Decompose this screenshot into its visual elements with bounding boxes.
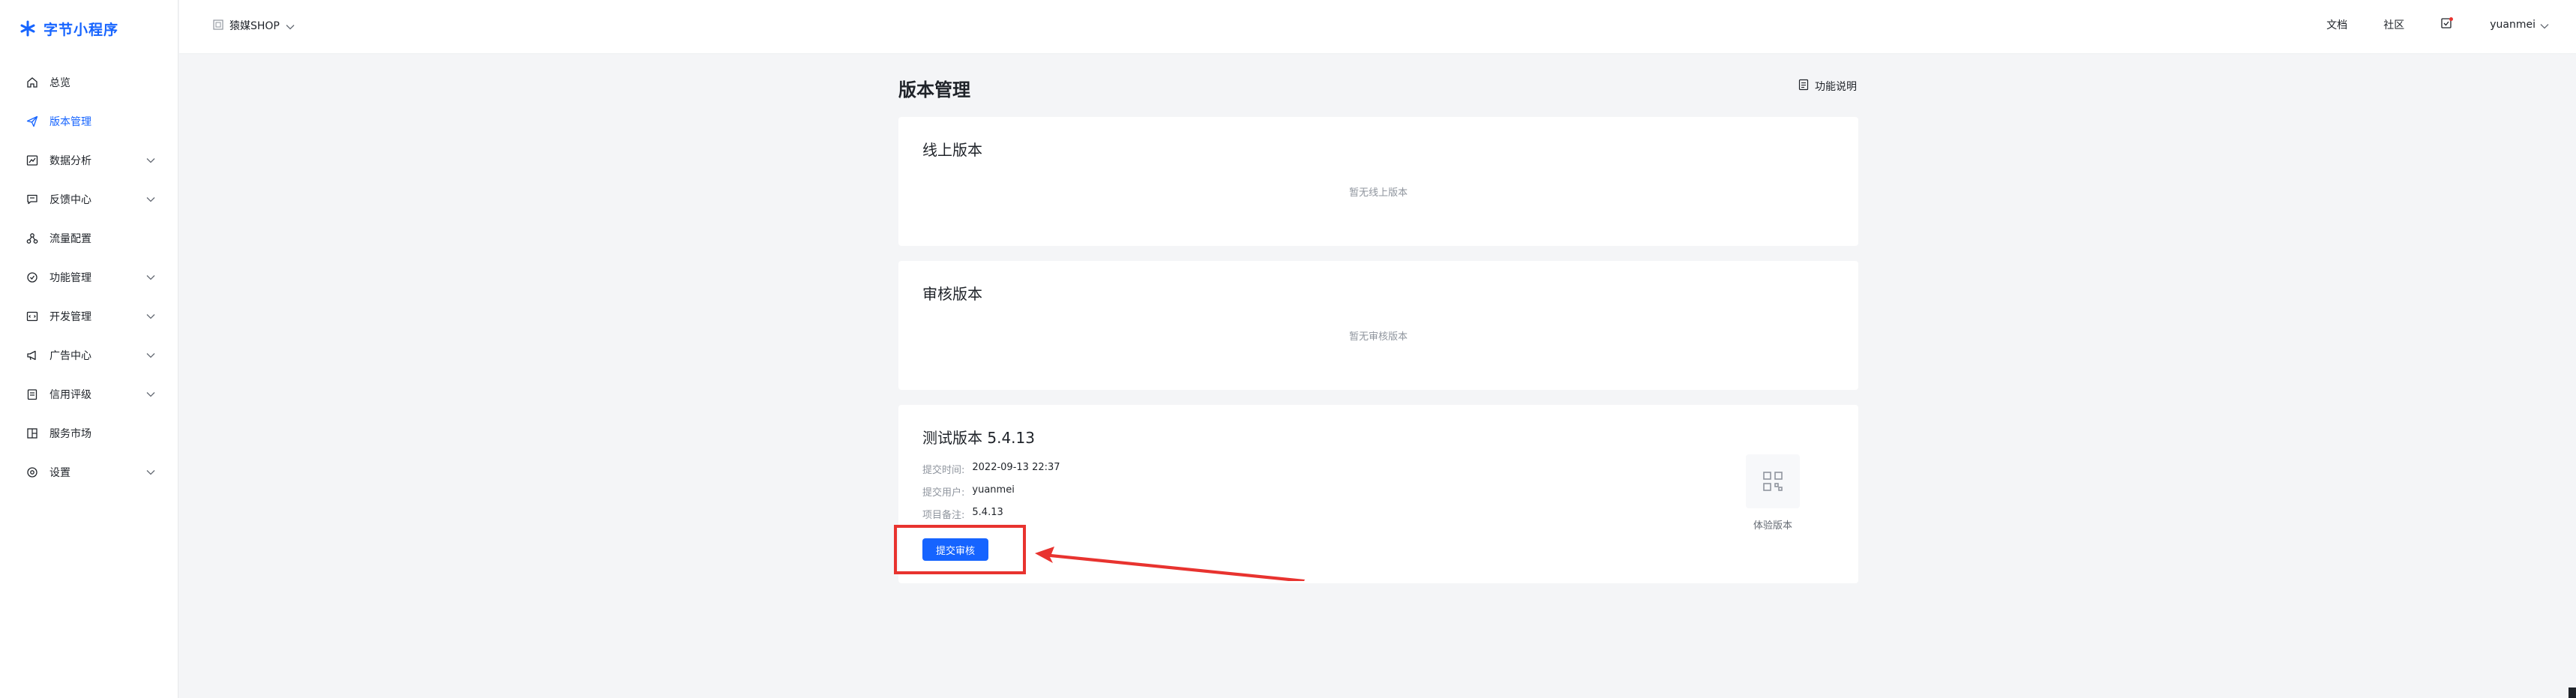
sidebar-item-label: 信用评级: [49, 389, 91, 401]
bytedance-logo-icon: [19, 20, 36, 37]
remark-label: 项目备注:: [922, 510, 965, 521]
review-version-card: 审核版本 暂无审核版本: [898, 261, 1858, 390]
username: yuanmei: [2490, 19, 2536, 31]
app-icon: [213, 19, 223, 33]
flow-icon: [25, 232, 39, 245]
sidebar-item-overview[interactable]: 总览: [0, 63, 178, 102]
function-icon: [25, 271, 39, 284]
sidebar-item-label: 反馈中心: [49, 194, 91, 206]
sidebar-item-function-management[interactable]: 功能管理: [0, 258, 178, 297]
online-version-title: 线上版本: [922, 141, 982, 159]
sidebar-nav: 总览 版本管理 数据分析 反馈中心 流量配置 功能管理 开发管理 广告中心 信用…: [0, 63, 178, 492]
sidebar-item-version-management[interactable]: 版本管理: [0, 102, 178, 141]
sidebar-item-label: 服务市场: [49, 428, 91, 440]
chevron-down-icon: [145, 311, 156, 322]
review-version-empty: 暂无审核版本: [1348, 331, 1408, 343]
sidebar-item-credit-rating[interactable]: 信用评级: [0, 375, 178, 414]
submit-time-row: 提交时间: 2022-09-13 22:37: [922, 462, 1060, 476]
community-link[interactable]: 社区: [2383, 17, 2404, 32]
sidebar-item-label: 版本管理: [49, 116, 91, 128]
logo[interactable]: 字节小程序: [19, 18, 118, 39]
clipboard-icon: [25, 388, 39, 401]
grid-icon: [25, 427, 39, 440]
code-icon: [25, 310, 39, 323]
chevron-down-icon: [286, 19, 295, 33]
sidebar-item-label: 总览: [49, 77, 70, 89]
chevron-down-icon: [145, 350, 156, 361]
logo-text: 字节小程序: [43, 21, 119, 38]
sidebar-item-label: 设置: [49, 467, 70, 479]
sidebar-item-ad-center[interactable]: 广告中心: [0, 336, 178, 375]
qr-code-icon[interactable]: [1746, 454, 1800, 508]
review-version-title: 审核版本: [922, 285, 982, 303]
sidebar-item-data-analysis[interactable]: 数据分析: [0, 141, 178, 180]
chevron-down-icon: [145, 155, 156, 166]
chevron-down-icon: [145, 272, 156, 283]
remark-value: 5.4.13: [972, 507, 1003, 518]
user-menu[interactable]: yuanmei: [2490, 18, 2549, 32]
sidebar-item-feedback[interactable]: 反馈中心: [0, 180, 178, 219]
submit-user-label: 提交用户:: [922, 487, 965, 499]
app-name: 猿媒SHOP: [229, 20, 280, 32]
message-icon: [25, 193, 39, 206]
qr-label: 体验版本: [1753, 520, 1792, 532]
sidebar-item-label: 流量配置: [49, 233, 91, 245]
sidebar-item-label: 广告中心: [49, 350, 91, 362]
chevron-down-icon: [145, 194, 156, 205]
submit-user-value: yuanmei: [972, 484, 1015, 496]
page-title: 版本管理: [898, 79, 970, 100]
top-right-actions: 文档 社区 yuanmei: [2326, 16, 2549, 33]
corner-mark: [2569, 688, 2576, 698]
docs-link[interactable]: 文档: [2326, 17, 2347, 32]
chart-icon: [25, 154, 39, 167]
help-link-label: 功能说明: [1815, 81, 1857, 93]
chevron-down-icon: [145, 389, 156, 400]
annotation-highlight-box: [894, 525, 1026, 574]
sidebar-item-settings[interactable]: 设置: [0, 453, 178, 492]
sidebar-item-label: 数据分析: [49, 155, 91, 167]
sidebar-item-label: 开发管理: [49, 311, 91, 323]
chevron-down-icon: [2540, 18, 2549, 32]
submit-user-row: 提交用户: yuanmei: [922, 484, 1015, 499]
sidebar: 字节小程序 总览 版本管理 数据分析 反馈中心 流量配置 功能管理 开发管理 广…: [0, 0, 178, 698]
online-version-empty: 暂无线上版本: [1348, 187, 1408, 199]
home-icon: [25, 76, 39, 89]
send-icon: [25, 115, 39, 128]
megaphone-icon: [25, 349, 39, 362]
remark-row: 项目备注: 5.4.13: [922, 507, 1003, 521]
gear-icon: [25, 466, 39, 479]
sidebar-item-service-market[interactable]: 服务市场: [0, 414, 178, 453]
help-link[interactable]: 功能说明: [1798, 79, 1857, 94]
annotation-arrow-icon: [1035, 547, 1305, 581]
sidebar-item-dev-management[interactable]: 开发管理: [0, 297, 178, 336]
submit-time-value: 2022-09-13 22:37: [972, 462, 1060, 473]
online-version-card: 线上版本 暂无线上版本: [898, 117, 1858, 246]
sidebar-item-label: 功能管理: [49, 272, 91, 284]
submit-time-label: 提交时间:: [922, 465, 965, 476]
test-version-title: 测试版本 5.4.13: [922, 429, 1035, 447]
chevron-down-icon: [145, 467, 156, 478]
top-bar: 猿媒SHOP 文档 社区 yuanmei: [179, 0, 2576, 54]
app-switcher[interactable]: 猿媒SHOP: [213, 18, 295, 33]
sidebar-item-traffic-config[interactable]: 流量配置: [0, 219, 178, 258]
document-icon: [1798, 79, 1809, 94]
notification-icon[interactable]: [2440, 16, 2454, 33]
